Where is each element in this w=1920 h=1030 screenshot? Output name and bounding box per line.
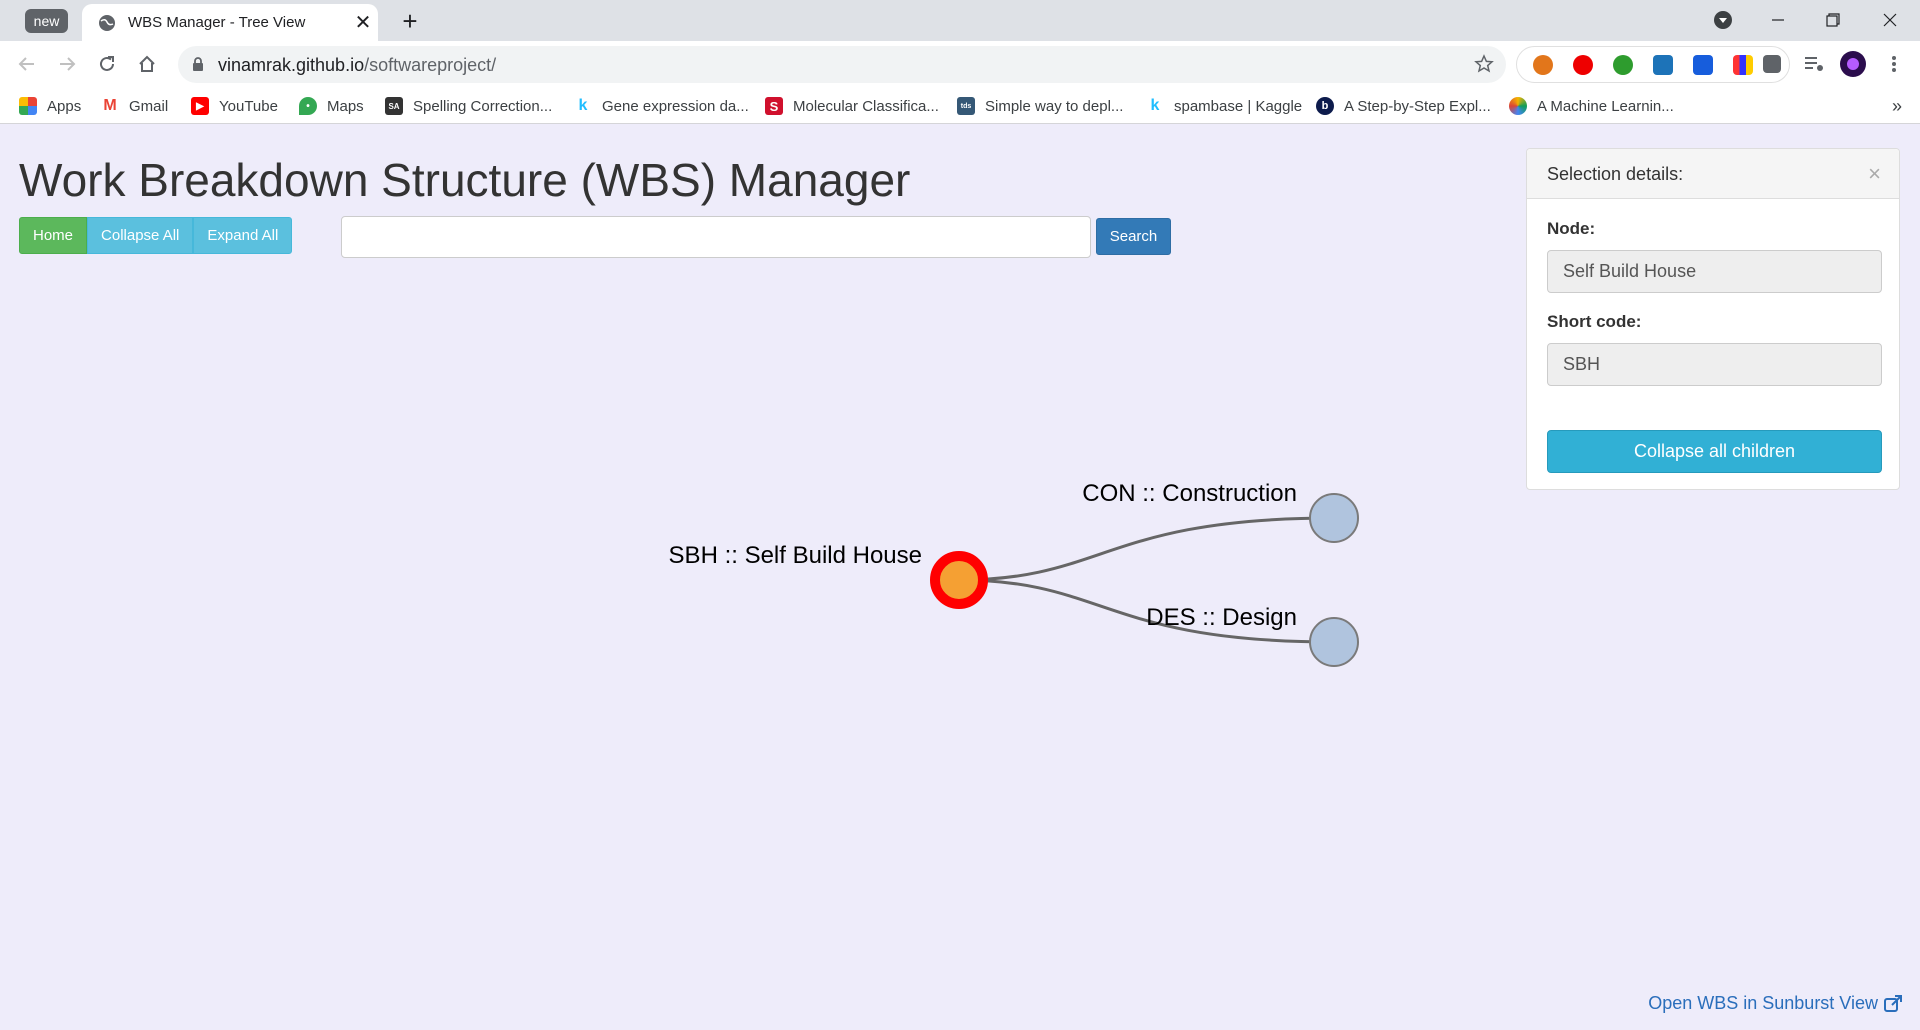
new-badge[interactable]: new bbox=[25, 9, 68, 33]
tree-node-construction[interactable]: CON :: Construction bbox=[1082, 480, 1359, 543]
reload-icon[interactable] bbox=[91, 48, 123, 80]
active-tab[interactable]: WBS Manager - Tree View ✕ bbox=[82, 4, 378, 41]
bookmark-gmail[interactable]: M Gmail bbox=[101, 95, 168, 117]
b-icon: b bbox=[1316, 97, 1334, 115]
node-label: CON :: Construction bbox=[1082, 480, 1297, 507]
node-label: SBH :: Self Build House bbox=[669, 542, 922, 569]
extensions-group bbox=[1516, 46, 1790, 83]
tab-title: WBS Manager - Tree View bbox=[128, 14, 306, 31]
selection-details-panel: Selection details: × Node: Self Build Ho… bbox=[1526, 148, 1900, 490]
tree-link bbox=[958, 516, 1335, 582]
panel-title: Selection details: bbox=[1547, 164, 1684, 184]
m-extension-icon[interactable] bbox=[1653, 55, 1673, 75]
new-tab-icon[interactable]: + bbox=[395, 6, 425, 36]
bitwarden-icon[interactable] bbox=[1693, 55, 1713, 75]
page-content: Work Breakdown Structure (WBS) Manager H… bbox=[0, 125, 1920, 1030]
globe-icon bbox=[99, 14, 115, 31]
close-tab-icon[interactable]: ✕ bbox=[348, 8, 378, 38]
maps-icon: • bbox=[299, 97, 317, 115]
tds-icon: tds bbox=[957, 97, 975, 115]
close-icon[interactable]: × bbox=[1868, 161, 1881, 187]
bookmark-simple-way[interactable]: tds Simple way to depl... bbox=[957, 95, 1123, 117]
bookmark-spambase[interactable]: k spambase | Kaggle bbox=[1146, 95, 1302, 117]
adblock-icon[interactable] bbox=[1573, 55, 1593, 75]
lock-icon bbox=[193, 57, 203, 71]
back-icon[interactable] bbox=[11, 48, 43, 80]
bookmarks-bar: Apps M Gmail ▶ YouTube • Maps SA Spelling Co… bbox=[0, 88, 1920, 124]
bookmark-spelling[interactable]: SA Spelling Correction... bbox=[385, 95, 552, 117]
minimize-icon[interactable] bbox=[1758, 4, 1798, 36]
plus-extension-icon[interactable] bbox=[1613, 55, 1633, 75]
puzzle-icon[interactable] bbox=[1763, 55, 1781, 73]
bookmark-star-icon[interactable] bbox=[1474, 54, 1494, 74]
tree-node-root[interactable]: SBH :: Self Build House bbox=[669, 542, 988, 609]
close-window-icon[interactable] bbox=[1870, 4, 1910, 36]
short-code-label: Short code: bbox=[1547, 312, 1642, 331]
browser-toolbar: vinamrak.github.io/softwareproject/ bbox=[0, 41, 1920, 88]
bookmark-molecular[interactable]: S Molecular Classifica... bbox=[765, 95, 939, 117]
bookmark-apps[interactable]: Apps bbox=[19, 95, 81, 117]
apps-grid-icon bbox=[19, 97, 37, 115]
bookmark-maps[interactable]: • Maps bbox=[299, 95, 364, 117]
bookmark-machine-learning[interactable]: A Machine Learnin... bbox=[1509, 95, 1674, 117]
s-icon: S bbox=[765, 97, 783, 115]
external-link-icon bbox=[1884, 994, 1902, 1012]
color-extension-icon[interactable] bbox=[1733, 55, 1753, 75]
profile-avatar[interactable] bbox=[1837, 48, 1869, 80]
url-text: vinamrak.github.io/softwareproject/ bbox=[218, 55, 497, 75]
short-code-field[interactable]: SBH bbox=[1547, 343, 1882, 386]
node-field[interactable]: Self Build House bbox=[1547, 250, 1882, 293]
home-icon[interactable] bbox=[131, 48, 163, 80]
tab-search-icon[interactable] bbox=[1703, 4, 1743, 36]
metamask-icon[interactable] bbox=[1533, 55, 1553, 75]
sa-icon: SA bbox=[385, 97, 403, 115]
reading-list-icon[interactable] bbox=[1798, 48, 1830, 80]
wbs-tree: SBH :: Self Build House CON :: Construct… bbox=[669, 480, 1359, 667]
tree-node-design[interactable]: DES :: Design bbox=[1146, 604, 1359, 667]
forward-icon[interactable] bbox=[51, 48, 83, 80]
tab-strip: new WBS Manager - Tree View ✕ + bbox=[0, 0, 1920, 41]
node-label: DES :: Design bbox=[1146, 604, 1297, 631]
node-field-label: Node: bbox=[1547, 219, 1596, 238]
ml-icon bbox=[1509, 97, 1527, 115]
bookmark-youtube[interactable]: ▶ YouTube bbox=[191, 95, 278, 117]
menu-dots-icon[interactable] bbox=[1878, 48, 1910, 80]
bookmarks-overflow-icon[interactable]: » bbox=[1892, 96, 1902, 117]
kaggle-icon: k bbox=[574, 97, 592, 115]
address-bar[interactable]: vinamrak.github.io/softwareproject/ bbox=[178, 46, 1506, 83]
kaggle-icon: k bbox=[1146, 97, 1164, 115]
sunburst-link-text: Open WBS in Sunburst View bbox=[1648, 993, 1878, 1013]
sunburst-view-link[interactable]: Open WBS in Sunburst View bbox=[1648, 993, 1902, 1014]
restore-icon[interactable] bbox=[1813, 4, 1853, 36]
bookmark-gene[interactable]: k Gene expression da... bbox=[574, 95, 749, 117]
youtube-icon: ▶ bbox=[191, 97, 209, 115]
gmail-icon: M bbox=[101, 97, 119, 115]
bookmark-step-by-step[interactable]: bA Step-by-Step Expl... bbox=[1316, 95, 1491, 117]
collapse-all-children-button[interactable]: Collapse all children bbox=[1547, 430, 1882, 473]
panel-header: Selection details: × bbox=[1527, 149, 1899, 199]
